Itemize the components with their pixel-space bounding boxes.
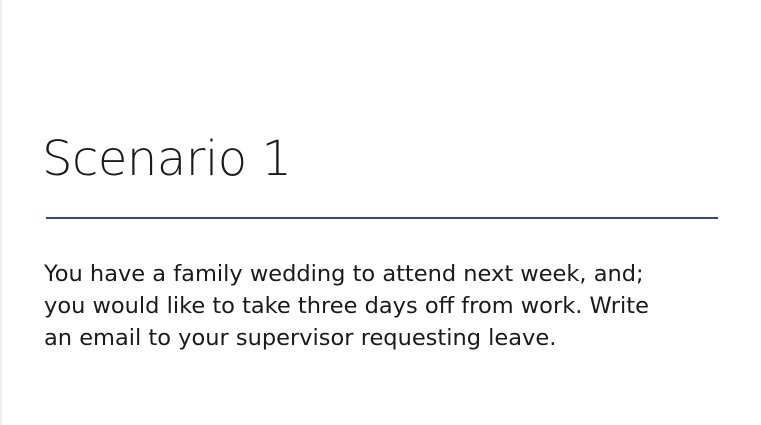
body-line-3: an email to your supervisor requesting l…: [44, 325, 557, 351]
body-line-1: You have a family wedding to attend next…: [44, 261, 644, 287]
title-divider: [46, 217, 718, 219]
scenario-body: You have a family wedding to attend next…: [44, 258, 734, 354]
body-line-2: you would like to take three days off fr…: [44, 293, 649, 319]
slide-edge: [0, 0, 2, 425]
slide-title: Scenario 1: [42, 131, 292, 187]
slide: Scenario 1 You have a family wedding to …: [0, 0, 761, 425]
